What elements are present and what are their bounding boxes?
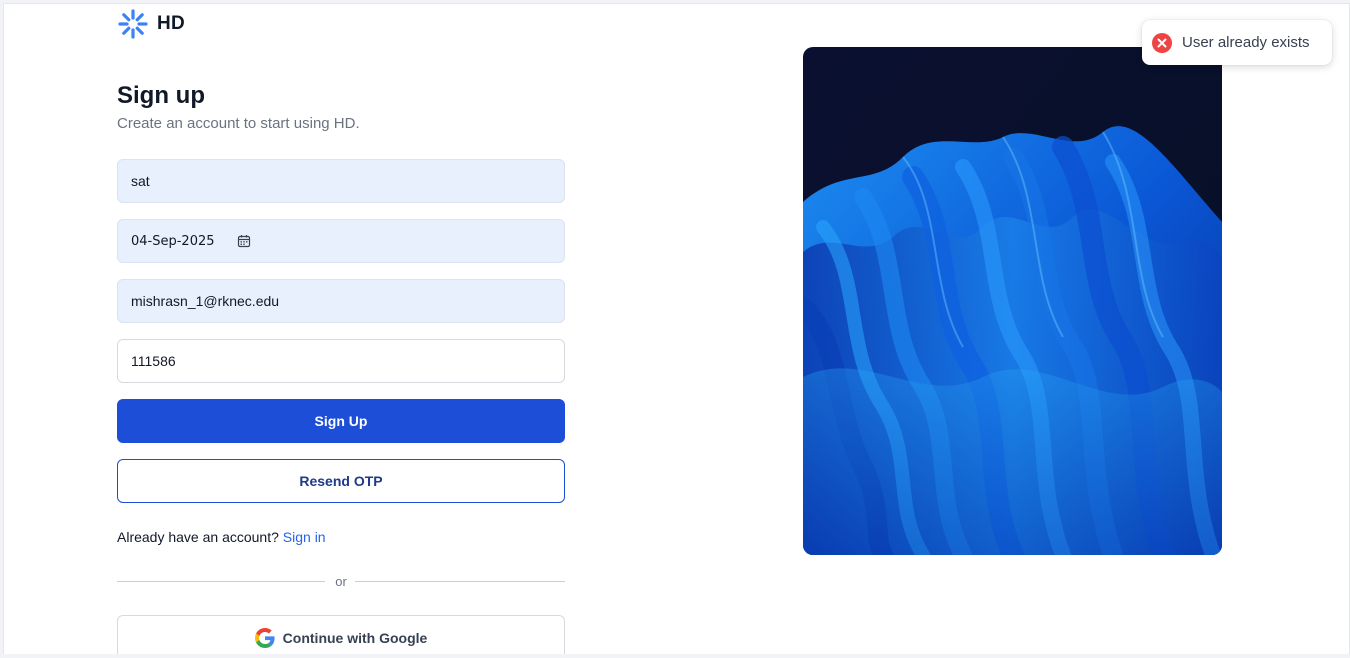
page-title: Sign up [117,82,205,109]
date-of-birth-input[interactable]: 04-Sep-2025 [117,219,565,263]
calendar-icon[interactable] [237,234,251,248]
continue-with-google-button[interactable]: Continue with Google [117,615,565,654]
email-input-value: mishrasn_1@rknec.edu [131,293,280,309]
otp-input[interactable]: 111586 [117,339,565,383]
otp-input-value: 111586 [131,353,176,369]
sign-up-button[interactable]: Sign Up [117,399,565,443]
signin-prompt-text: Already have an account? [117,529,279,545]
brand-name: HD [157,13,186,34]
abstract-blue-waves-image [803,47,1222,555]
name-input[interactable]: sat [117,159,565,203]
sunburst-logo-icon [118,9,148,39]
brand: HD [117,8,185,40]
error-circle-icon [1152,32,1172,53]
or-divider: or [117,572,565,592]
name-input-value: sat [131,173,150,189]
signin-prompt: Already have an account? Sign in [117,529,326,545]
page-subtitle: Create an account to start using HD. [117,115,360,132]
google-button-label: Continue with Google [282,630,428,646]
divider-text: or [335,574,347,589]
error-toast: User already exists [1142,20,1332,65]
sign-in-link[interactable]: Sign in [283,529,326,545]
resend-otp-button[interactable]: Resend OTP [117,459,565,503]
google-icon [254,628,275,648]
date-of-birth-value: 04-Sep-2025 [131,233,215,249]
email-input[interactable]: mishrasn_1@rknec.edu [117,279,565,323]
toast-message: User already exists [1182,34,1310,51]
signup-page: HD Sign up Create an account to start us… [3,3,1350,654]
